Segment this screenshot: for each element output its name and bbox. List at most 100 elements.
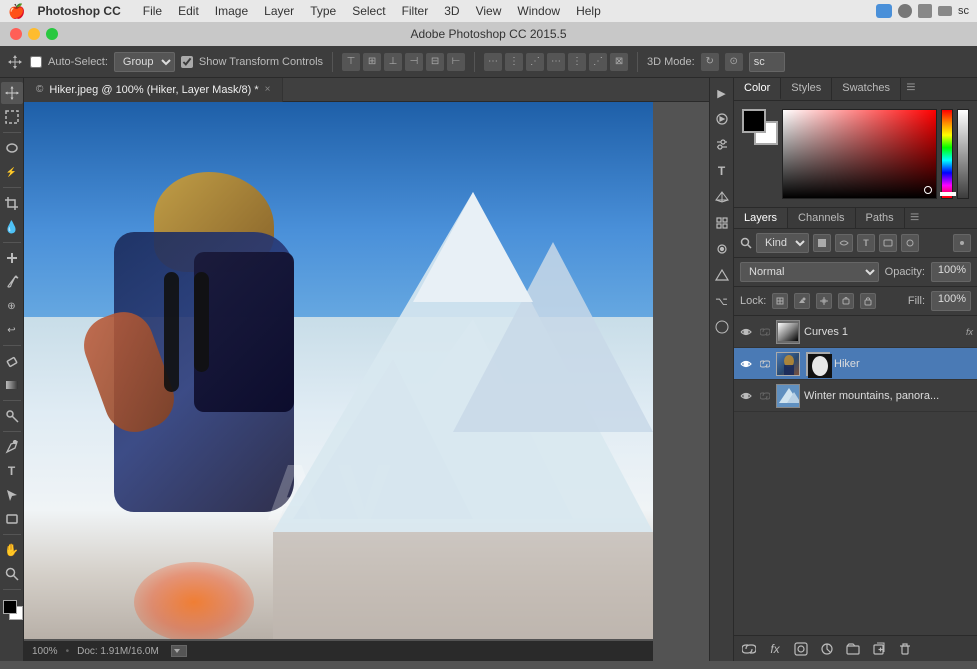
tab-channels[interactable]: Channels bbox=[788, 208, 855, 228]
apple-menu[interactable]: 🍎 bbox=[8, 3, 25, 20]
info-dropdown[interactable] bbox=[171, 645, 187, 657]
color-hue-slider[interactable] bbox=[941, 109, 953, 199]
color-alpha-slider[interactable] bbox=[957, 109, 969, 199]
opacity-value[interactable]: 100% bbox=[931, 262, 971, 282]
fill-value[interactable]: 100% bbox=[931, 291, 971, 311]
layer-filter-toggle[interactable] bbox=[953, 234, 971, 252]
dist-bottom-icon[interactable]: ⋰ bbox=[526, 53, 544, 71]
link-layers-button[interactable] bbox=[740, 640, 758, 658]
3d-panel-icon[interactable] bbox=[711, 186, 733, 208]
color-picker-handle[interactable] bbox=[924, 186, 932, 194]
layers-panel-menu[interactable]: ≡ bbox=[905, 208, 925, 228]
menu-view[interactable]: View bbox=[470, 4, 508, 18]
path-select-tool[interactable] bbox=[1, 484, 23, 506]
dist-left-icon[interactable]: ⋯ bbox=[547, 53, 565, 71]
tab-layers[interactable]: Layers bbox=[734, 208, 788, 228]
dist-hc-icon[interactable]: ⋮ bbox=[568, 53, 586, 71]
history-panel-icon[interactable]: ▶ bbox=[711, 82, 733, 104]
layer-link-icon[interactable] bbox=[758, 389, 772, 403]
clone-tool[interactable]: ⊕ bbox=[1, 295, 23, 317]
user-icon[interactable] bbox=[898, 4, 912, 18]
shape-tool[interactable] bbox=[1, 508, 23, 530]
layer-row[interactable]: Curves 1 fx bbox=[734, 316, 977, 348]
color-panel-menu[interactable]: ≡ bbox=[901, 78, 921, 98]
menu-file[interactable]: File bbox=[137, 4, 168, 18]
add-mask-button[interactable] bbox=[792, 640, 810, 658]
menu-type[interactable]: Type bbox=[304, 4, 342, 18]
hue-slider-handle[interactable] bbox=[940, 192, 956, 196]
tab-styles[interactable]: Styles bbox=[781, 78, 832, 100]
sc-input[interactable] bbox=[749, 52, 785, 72]
new-group-button[interactable] bbox=[844, 640, 862, 658]
3d-rotate-icon[interactable]: ↻ bbox=[701, 53, 719, 71]
minimize-button[interactable] bbox=[28, 28, 40, 40]
layer-link-icon[interactable] bbox=[758, 325, 772, 339]
fg-bg-colors[interactable] bbox=[1, 598, 23, 620]
dist-spacing-icon[interactable]: ⊠ bbox=[610, 53, 628, 71]
lock-image-icon[interactable] bbox=[794, 293, 810, 309]
fullscreen-button[interactable] bbox=[46, 28, 58, 40]
brush-panel-icon[interactable] bbox=[711, 238, 733, 260]
add-fx-button[interactable]: fx bbox=[766, 640, 784, 658]
adjustment-panel-icon[interactable] bbox=[711, 134, 733, 156]
shapes-icon[interactable] bbox=[711, 264, 733, 286]
actions-panel-icon[interactable] bbox=[711, 108, 733, 130]
filter-text-icon[interactable]: T bbox=[857, 234, 875, 252]
eyedropper-tool[interactable]: 💧 bbox=[1, 216, 23, 238]
type-panel-icon[interactable]: T bbox=[711, 160, 733, 182]
layer-visibility-toggle[interactable] bbox=[738, 388, 754, 404]
gradient-tool[interactable] bbox=[1, 374, 23, 396]
add-adjustment-button[interactable] bbox=[818, 640, 836, 658]
align-left-icon[interactable]: ⊣ bbox=[405, 53, 423, 71]
filter-shape-icon[interactable] bbox=[879, 234, 897, 252]
layer-row[interactable]: Hiker bbox=[734, 348, 977, 380]
align-right-icon[interactable]: ⊢ bbox=[447, 53, 465, 71]
tab-paths[interactable]: Paths bbox=[856, 208, 905, 228]
dropbox-icon[interactable] bbox=[876, 4, 892, 18]
move-tool[interactable] bbox=[1, 82, 23, 104]
move-tool-icon[interactable] bbox=[6, 53, 24, 71]
libraries-icon[interactable] bbox=[711, 212, 733, 234]
tab-swatches[interactable]: Swatches bbox=[832, 78, 901, 100]
canvas[interactable]: AV bbox=[24, 102, 653, 639]
dist-vc-icon[interactable]: ⋮ bbox=[505, 53, 523, 71]
lock-artboard-icon[interactable] bbox=[838, 293, 854, 309]
dist-top-icon[interactable]: ⋯ bbox=[484, 53, 502, 71]
tab-color[interactable]: Color bbox=[734, 78, 781, 100]
new-layer-button[interactable] bbox=[870, 640, 888, 658]
tab-close-button[interactable]: × bbox=[265, 84, 271, 95]
color-gradient-field[interactable] bbox=[782, 109, 937, 199]
crop-tool[interactable] bbox=[1, 192, 23, 214]
glyphs-icon[interactable]: ⌥ bbox=[711, 290, 733, 312]
align-hcenter-icon[interactable]: ⊟ bbox=[426, 53, 444, 71]
group-dropdown[interactable]: Group bbox=[114, 52, 175, 72]
menu-select[interactable]: Select bbox=[346, 4, 391, 18]
foreground-chip[interactable] bbox=[742, 109, 766, 133]
layer-visibility-toggle[interactable] bbox=[738, 324, 754, 340]
kind-dropdown[interactable]: Kind bbox=[756, 233, 809, 253]
menu-layer[interactable]: Layer bbox=[258, 4, 300, 18]
menu-image[interactable]: Image bbox=[209, 4, 254, 18]
layer-link-icon[interactable] bbox=[758, 357, 772, 371]
healing-tool[interactable] bbox=[1, 247, 23, 269]
align-vcenter-icon[interactable]: ⊞ bbox=[363, 53, 381, 71]
menu-filter[interactable]: Filter bbox=[396, 4, 435, 18]
close-button[interactable] bbox=[10, 28, 22, 40]
lock-all-icon[interactable] bbox=[860, 293, 876, 309]
app-name[interactable]: Photoshop CC bbox=[37, 4, 120, 18]
delete-layer-button[interactable] bbox=[896, 640, 914, 658]
transform-controls-checkbox[interactable] bbox=[181, 56, 193, 68]
type-tool[interactable]: T bbox=[1, 460, 23, 482]
align-bottom-icon[interactable]: ⊥ bbox=[384, 53, 402, 71]
align-top-icon[interactable]: ⊤ bbox=[342, 53, 360, 71]
hand-tool[interactable]: ✋ bbox=[1, 539, 23, 561]
pen-tool[interactable] bbox=[1, 436, 23, 458]
lock-transparent-icon[interactable] bbox=[772, 293, 788, 309]
filter-smart-icon[interactable] bbox=[901, 234, 919, 252]
blend-mode-dropdown[interactable]: Normal bbox=[740, 262, 879, 282]
filter-pixel-icon[interactable] bbox=[813, 234, 831, 252]
3d-orbit-icon[interactable]: ⊙ bbox=[725, 53, 743, 71]
dist-right-icon[interactable]: ⋰ bbox=[589, 53, 607, 71]
brush-tool[interactable] bbox=[1, 271, 23, 293]
marquee-tool[interactable] bbox=[1, 106, 23, 128]
